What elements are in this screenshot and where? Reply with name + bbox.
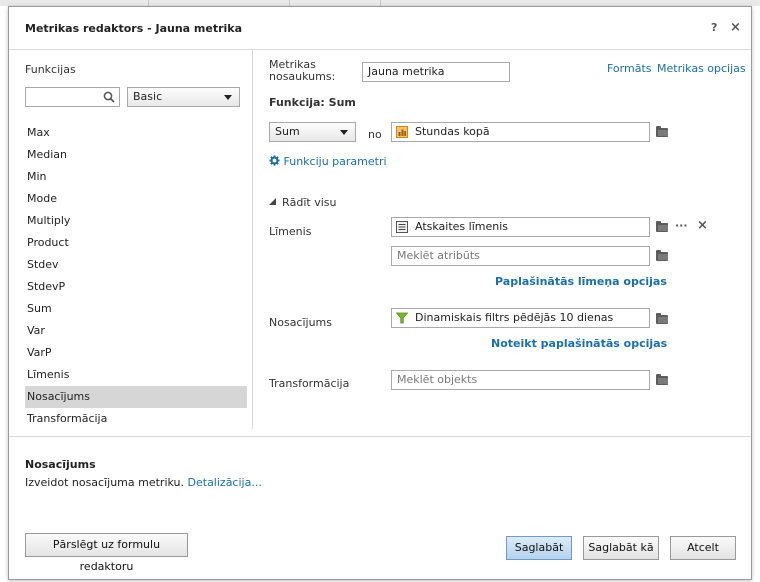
metric-name-label: Metrikas nosaukums:	[269, 58, 336, 83]
condition-label: Nosacījums	[269, 316, 333, 329]
function-params-label: Funkciju parametri	[283, 155, 387, 168]
search-icon[interactable]	[103, 91, 115, 103]
show-all-toggle[interactable]: Rādīt visu	[269, 196, 337, 209]
switch-to-formula-editor-button[interactable]: Pārslēgt uz formulu redaktoru	[25, 533, 188, 573]
function-item[interactable]: Median	[25, 144, 247, 166]
function-select[interactable]: Sum	[269, 122, 356, 142]
chevron-down-icon	[224, 95, 232, 100]
function-item[interactable]: StdevP	[25, 276, 247, 298]
browse-folder-icon[interactable]	[656, 250, 668, 261]
function-params-link[interactable]: Funkciju parametri	[269, 155, 387, 168]
more-options-icon[interactable]: ···	[675, 219, 688, 232]
condition-value: Dinamiskais filtrs pēdējās 10 dienas	[415, 311, 614, 324]
advanced-condition-options-link[interactable]: Noteikt paplašinātās opcijas	[491, 337, 667, 350]
level-value: Atskaites līmenis	[415, 220, 509, 233]
metric-value: Stundas kopā	[415, 125, 490, 138]
details-link[interactable]: Detalizācija...	[188, 476, 262, 489]
function-select-value: Sum	[275, 125, 300, 138]
save-button[interactable]: Saglabāt	[506, 536, 572, 560]
description-text: Izveidot nosacījuma metriku.	[25, 476, 185, 489]
transformation-label: Transformācija	[269, 377, 350, 390]
remove-icon[interactable]: ×	[697, 218, 708, 233]
function-item[interactable]: Stdev	[25, 254, 247, 276]
report-level-icon	[396, 221, 408, 233]
level-label: Līmenis	[269, 225, 312, 238]
panel-divider	[252, 49, 253, 429]
filter-icon	[396, 312, 408, 324]
chevron-down-icon	[340, 130, 348, 135]
description-text-row: Izveidot nosacījuma metriku. Detalizācij…	[25, 476, 262, 489]
browse-folder-icon[interactable]	[656, 374, 668, 385]
function-item[interactable]: Sum	[25, 298, 247, 320]
level-input[interactable]: Atskaites līmenis	[391, 217, 650, 237]
metric-input[interactable]: Stundas kopā	[391, 122, 650, 142]
function-item[interactable]: Var	[25, 320, 247, 342]
function-search-input[interactable]	[25, 87, 120, 107]
function-item[interactable]: Mode	[25, 188, 247, 210]
function-item[interactable]: Transformācija	[25, 408, 247, 430]
metric-editor-dialog: Metrikas redaktors - Jauna metrika ? × F…	[8, 6, 752, 580]
function-item[interactable]: Līmenis	[25, 364, 247, 386]
cancel-button[interactable]: Atcelt	[670, 536, 736, 560]
close-icon[interactable]: ×	[730, 20, 741, 35]
metric-icon	[396, 126, 408, 138]
condition-input[interactable]: Dinamiskais filtrs pēdējās 10 dienas	[391, 308, 650, 328]
metric-options-link[interactable]: Metrikas opcijas	[657, 62, 746, 75]
format-link[interactable]: Formāts	[607, 62, 652, 75]
gear-icon	[269, 155, 280, 166]
function-heading: Funkcija: Sum	[269, 96, 356, 109]
category-select-value: Basic	[133, 90, 163, 103]
header-divider	[9, 49, 751, 50]
show-all-label: Rādīt visu	[282, 196, 337, 209]
of-label: no	[368, 128, 382, 141]
collapse-triangle-icon	[269, 198, 276, 205]
browse-folder-icon[interactable]	[656, 221, 668, 232]
function-item[interactable]: Product	[25, 232, 247, 254]
browse-folder-icon[interactable]	[656, 313, 668, 324]
dialog-title: Metrikas redaktors - Jauna metrika	[25, 22, 243, 35]
function-item[interactable]: Min	[25, 166, 247, 188]
transformation-search-input[interactable]: Meklēt objekts	[391, 370, 650, 390]
description-title: Nosacījums	[25, 458, 96, 471]
help-icon[interactable]: ?	[711, 21, 717, 34]
function-item[interactable]: Multiply	[25, 210, 247, 232]
functions-heading: Funkcijas	[25, 63, 76, 76]
metric-name-input[interactable]: Jauna metrika	[362, 62, 510, 82]
function-item[interactable]: Max	[25, 122, 247, 144]
category-select[interactable]: Basic	[127, 87, 240, 107]
attribute-search-input[interactable]: Meklēt atribūts	[391, 246, 650, 266]
description-divider	[9, 436, 751, 437]
advanced-level-options-link[interactable]: Paplašinātās līmeņa opcijas	[495, 275, 667, 288]
function-item[interactable]: VarP	[25, 342, 247, 364]
browse-folder-icon[interactable]	[656, 126, 668, 137]
save-as-button[interactable]: Saglabāt kā	[583, 536, 659, 560]
function-item[interactable]: Nosacījums	[25, 386, 247, 408]
